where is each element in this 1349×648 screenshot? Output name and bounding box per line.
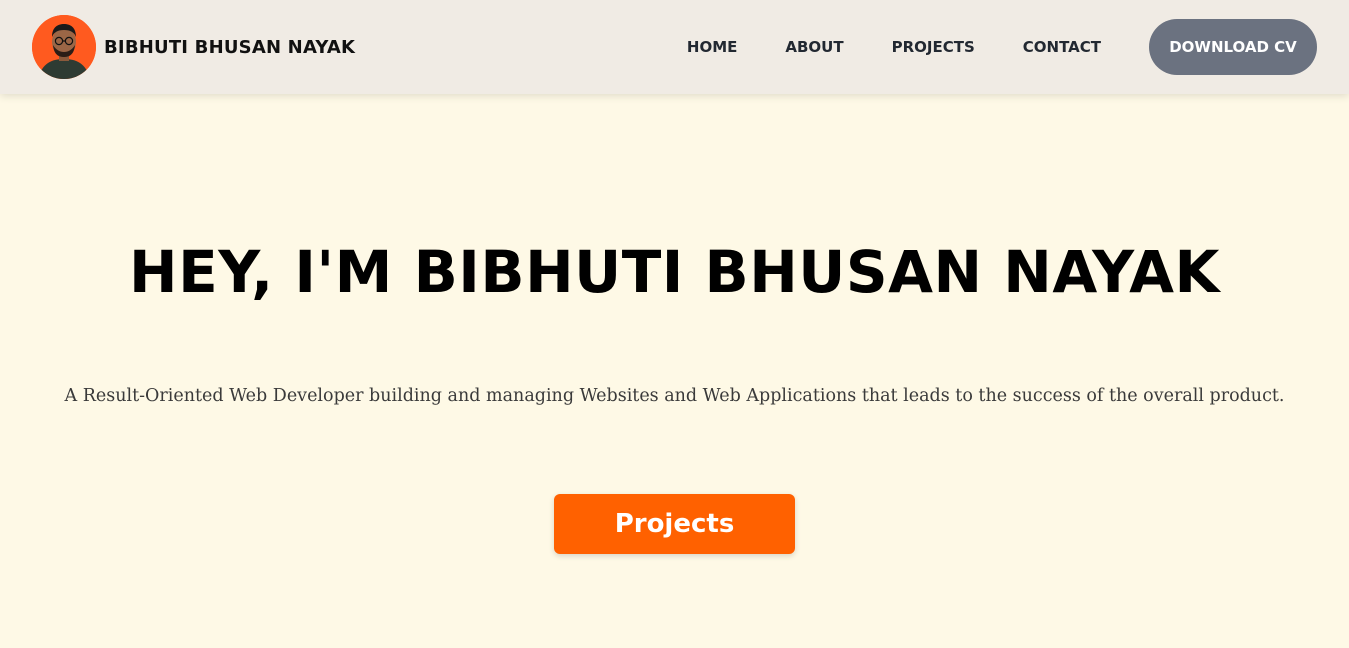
hero-title: HEY, I'M BIBHUTI BHUSAN NAYAK bbox=[129, 238, 1220, 306]
nav-link-home[interactable]: HOME bbox=[687, 38, 737, 56]
hero-subtitle: A Result-Oriented Web Developer building… bbox=[64, 386, 1285, 406]
nav-link-about[interactable]: ABOUT bbox=[785, 38, 843, 56]
nav-link-contact[interactable]: CONTACT bbox=[1023, 38, 1101, 56]
projects-button[interactable]: Projects bbox=[554, 494, 795, 554]
person-avatar-icon bbox=[32, 15, 96, 79]
brand-link[interactable]: BIBHUTI BHUSAN NAYAK bbox=[32, 15, 355, 79]
download-cv-button[interactable]: DOWNLOAD CV bbox=[1149, 19, 1317, 75]
main-nav: HOME ABOUT PROJECTS CONTACT DOWNLOAD CV bbox=[687, 19, 1317, 75]
site-header: BIBHUTI BHUSAN NAYAK HOME ABOUT PROJECTS… bbox=[0, 0, 1349, 94]
brand-name: BIBHUTI BHUSAN NAYAK bbox=[104, 36, 356, 58]
nav-link-projects[interactable]: PROJECTS bbox=[892, 38, 975, 56]
avatar bbox=[32, 15, 96, 79]
